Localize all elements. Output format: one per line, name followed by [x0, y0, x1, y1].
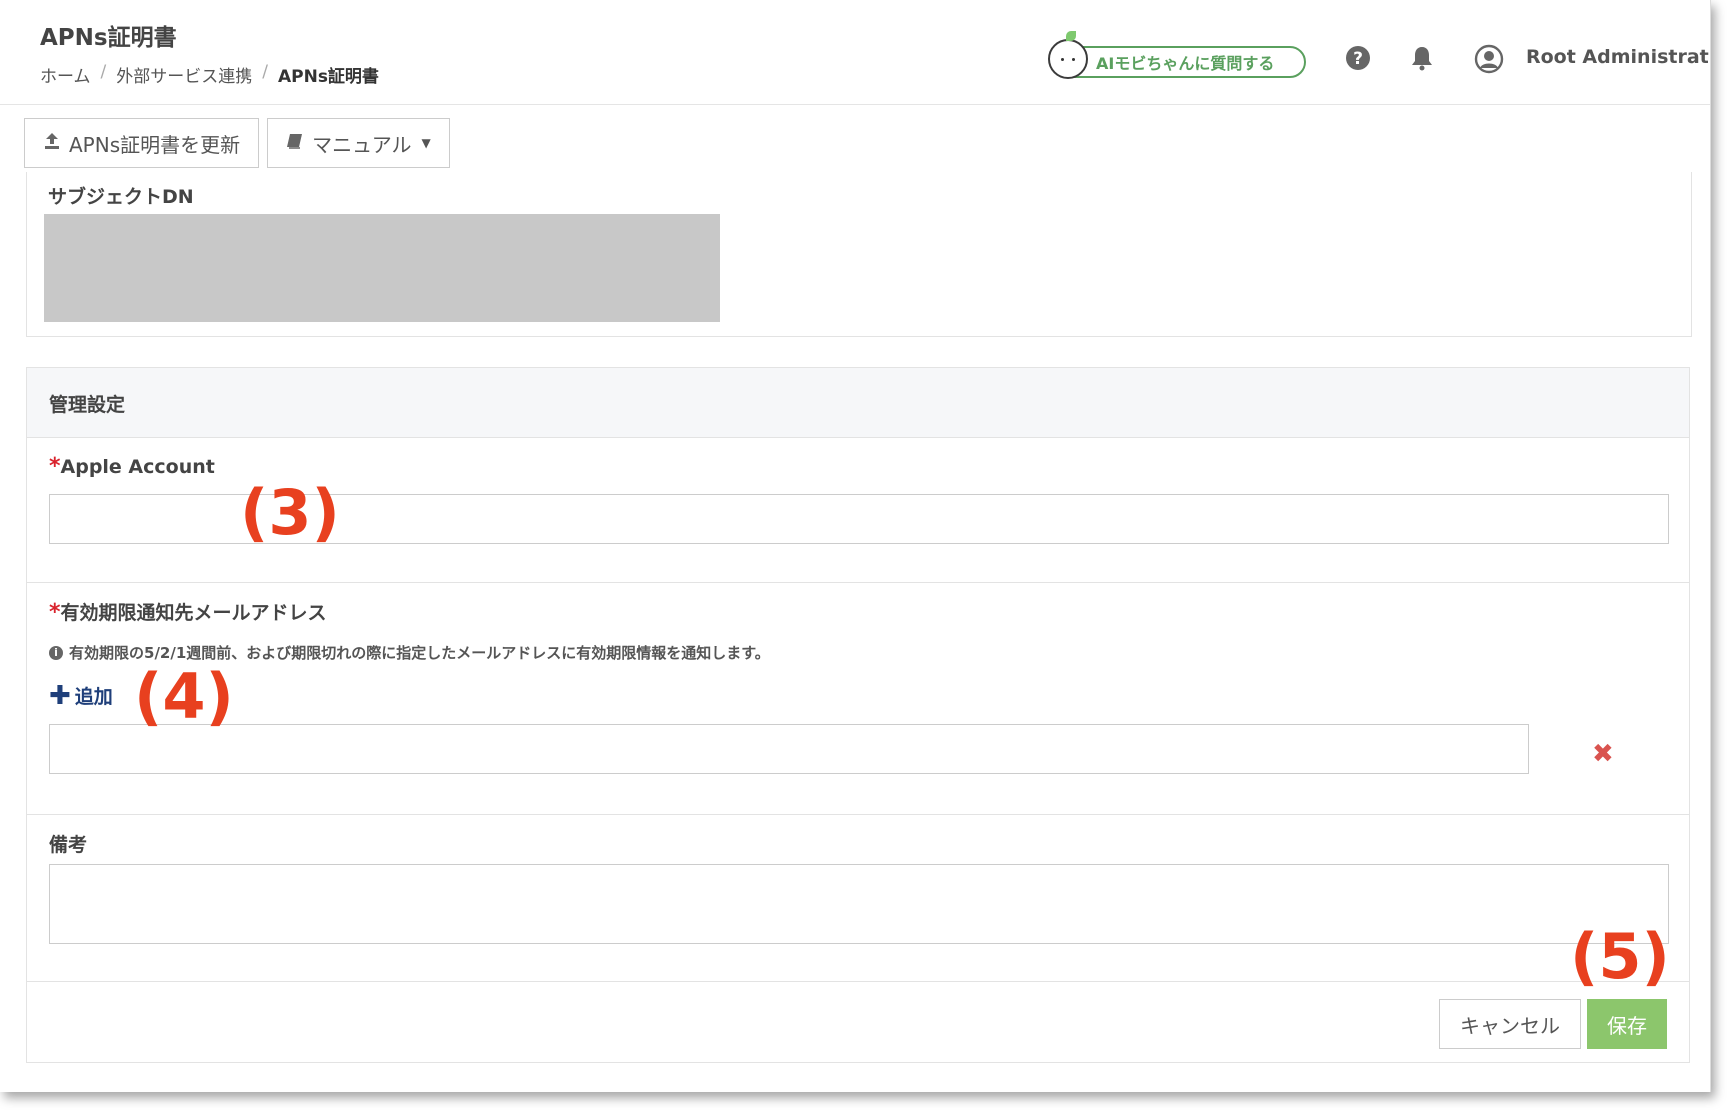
notify-email-label: *有効期限通知先メールアドレス — [49, 600, 327, 625]
remarks-label: 備考 — [49, 834, 88, 856]
subject-dn-value-redacted — [44, 214, 720, 322]
breadcrumb: ホーム / 外部サービス連携 / APNs証明書 — [40, 62, 379, 87]
add-email-link[interactable]: ✚ 追加 — [49, 682, 113, 709]
panel-header: 管理設定 — [27, 368, 1689, 438]
annotation-3: (3) — [240, 476, 340, 549]
breadcrumb-separator: / — [100, 62, 107, 82]
required-mark: * — [49, 600, 61, 625]
divider — [27, 981, 1689, 982]
toolbar: APNs証明書を更新 マニュアル ▼ — [24, 118, 450, 168]
ai-assistant-button[interactable]: AIモビちゃんに質問する — [1048, 31, 1306, 79]
manual-dropdown-button[interactable]: マニュアル ▼ — [267, 118, 450, 168]
upload-icon — [43, 132, 61, 155]
plus-icon: ✚ — [49, 680, 71, 711]
subject-dn-label: サブジェクトDN — [48, 186, 194, 208]
required-mark: * — [49, 454, 61, 479]
annotation-4: (4) — [134, 660, 234, 733]
panel-title: 管理設定 — [49, 394, 126, 416]
svg-text:?: ? — [1353, 49, 1363, 69]
help-icon[interactable]: ? — [1344, 44, 1372, 72]
page-header: APNs証明書 ホーム / 外部サービス連携 / APNs証明書 AIモビちゃん… — [0, 0, 1710, 105]
update-certificate-label: APNs証明書を更新 — [69, 132, 241, 157]
breadcrumb-separator: / — [262, 62, 268, 82]
breadcrumb-section[interactable]: 外部サービス連携 — [116, 62, 252, 87]
user-name[interactable]: Root Administrat... — [1526, 46, 1710, 68]
user-avatar-icon[interactable] — [1474, 44, 1504, 74]
breadcrumb-home[interactable]: ホーム — [40, 62, 91, 87]
notify-email-input[interactable] — [49, 724, 1529, 774]
update-certificate-button[interactable]: APNs証明書を更新 — [24, 118, 260, 168]
notification-bell-icon[interactable] — [1408, 44, 1436, 72]
book-icon — [286, 132, 304, 155]
add-email-label: 追加 — [74, 686, 113, 708]
divider — [27, 582, 1689, 583]
annotation-5: (5) — [1570, 920, 1670, 993]
page-title: APNs証明書 — [40, 25, 177, 51]
save-button[interactable]: 保存 — [1587, 999, 1667, 1049]
chevron-down-icon: ▼ — [421, 136, 431, 150]
remarks-textarea[interactable] — [49, 864, 1669, 944]
ai-assistant-label: AIモビちゃんに質問する — [1096, 54, 1275, 73]
cancel-button[interactable]: キャンセル — [1439, 999, 1581, 1049]
management-settings-panel: 管理設定 *Apple Account *有効期限通知先メールアドレス i 有効… — [26, 367, 1690, 1063]
divider — [27, 814, 1689, 815]
remove-email-icon[interactable]: ✖ — [1592, 739, 1614, 769]
info-icon: i — [49, 645, 63, 660]
ai-mascot-icon — [1048, 31, 1088, 79]
manual-label: マニュアル — [312, 132, 412, 157]
apple-account-label: *Apple Account — [49, 454, 215, 479]
breadcrumb-current: APNs証明書 — [277, 67, 379, 87]
